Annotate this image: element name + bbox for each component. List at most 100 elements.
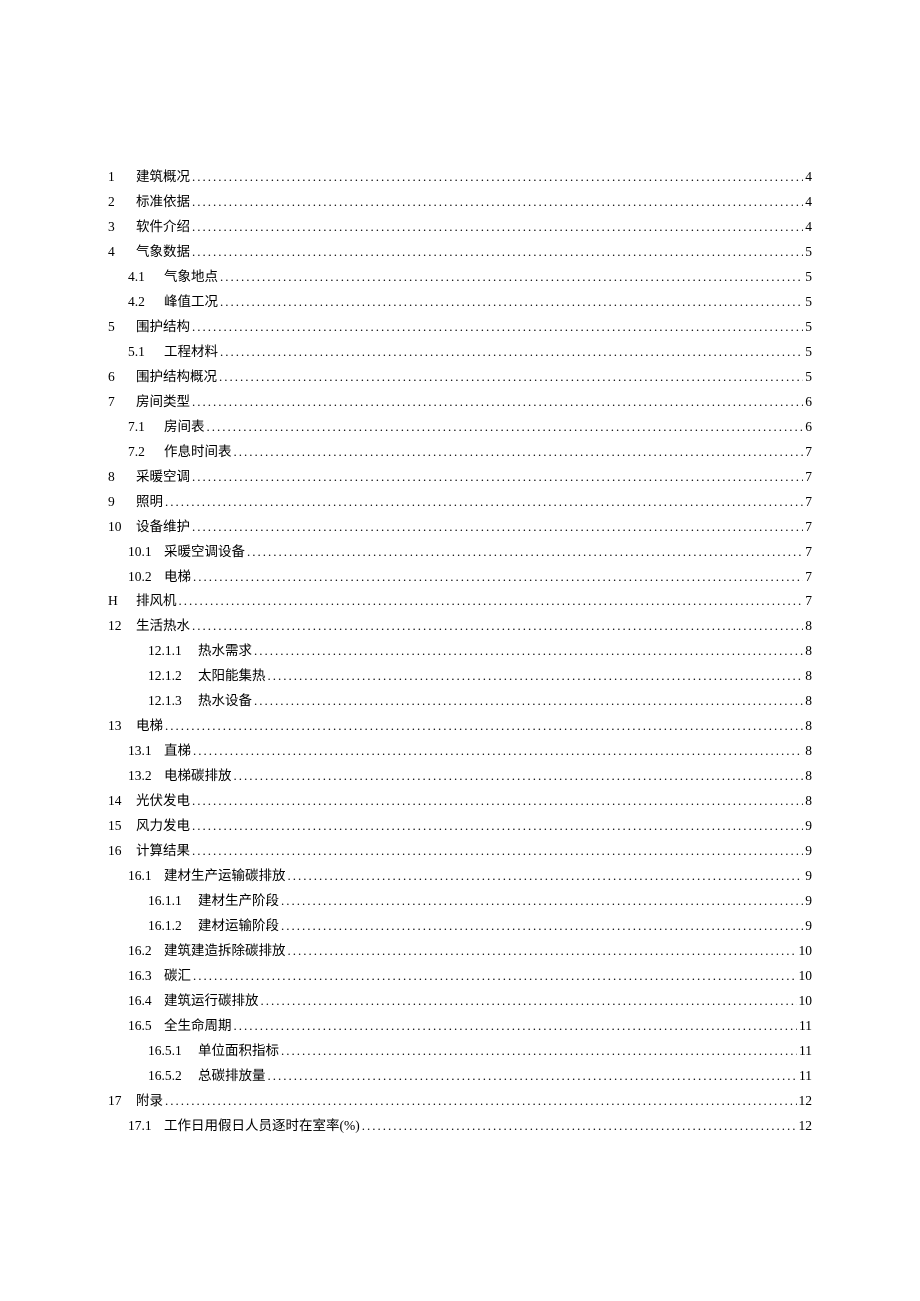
toc-leader-dots	[177, 589, 804, 614]
toc-entry[interactable]: 4气象数据5	[108, 240, 812, 265]
toc-entry[interactable]: 7.2作息时间表7	[108, 440, 812, 465]
toc-entry[interactable]: 16.4建筑运行碳排放10	[108, 989, 812, 1014]
toc-entry[interactable]: 6围护结构概况5	[108, 365, 812, 390]
toc-entry-page: 9	[803, 839, 812, 864]
toc-entry-label: 12.1.1热水需求	[148, 639, 252, 664]
toc-entry-title: 电梯碳排放	[164, 768, 232, 783]
toc-entry[interactable]: 16.5.1单位面积指标11	[108, 1039, 812, 1064]
toc-entry-page: 5	[803, 365, 812, 390]
toc-entry[interactable]: 10.2电梯 7	[108, 565, 812, 590]
toc-entry-title: 建材生产运输碳排放	[164, 868, 286, 883]
toc-leader-dots	[286, 939, 797, 964]
toc-entry-number: 4.2	[128, 290, 164, 315]
toc-entry[interactable]: 16.5.2总碳排放量11	[108, 1064, 812, 1089]
toc-leader-dots	[191, 964, 797, 989]
toc-entry-title: 软件介绍	[136, 219, 190, 234]
toc-leader-dots	[190, 789, 803, 814]
toc-entry[interactable]: 17附录 12	[108, 1089, 812, 1114]
toc-leader-dots	[252, 639, 803, 664]
toc-entry-label: 12生活热水	[108, 614, 190, 639]
toc-entry-page: 12	[797, 1114, 813, 1139]
toc-entry-label: 1建筑概况	[108, 165, 190, 190]
toc-entry-title: 气象地点	[164, 269, 218, 284]
toc-entry[interactable]: H排风机7	[108, 589, 812, 614]
toc-entry-number: 1	[108, 165, 136, 190]
toc-entry-label: 4.2峰值工况	[128, 290, 218, 315]
toc-entry[interactable]: 10设备维护7	[108, 515, 812, 540]
toc-entry[interactable]: 15风力发电9	[108, 814, 812, 839]
toc-entry-title: 附录	[136, 1093, 163, 1108]
toc-entry-page: 6	[803, 390, 812, 415]
toc-entry[interactable]: 14光伏发电8	[108, 789, 812, 814]
toc-entry[interactable]: 12.1.1热水需求8	[108, 639, 812, 664]
toc-entry[interactable]: 16计算结果 9	[108, 839, 812, 864]
toc-entry[interactable]: 16.1建材生产运输碳排放9	[108, 864, 812, 889]
toc-entry-label: 16计算结果	[108, 839, 190, 864]
toc-entry-title: 碳汇	[164, 968, 191, 983]
toc-entry-page: 12	[797, 1089, 813, 1114]
toc-entry[interactable]: 5围护结构5	[108, 315, 812, 340]
toc-leader-dots	[252, 689, 803, 714]
toc-entry[interactable]: 17.1工作日用假日人员逐时在室率(%)12	[108, 1114, 812, 1139]
toc-entry[interactable]: 16.2建筑建造拆除碳排放10	[108, 939, 812, 964]
toc-entry[interactable]: 13电梯8	[108, 714, 812, 739]
toc-entry[interactable]: 4.1气象地点5	[108, 265, 812, 290]
toc-entry-page: 11	[797, 1064, 812, 1089]
toc-entry-number: 10.1	[128, 540, 164, 565]
toc-entry-page: 7	[803, 565, 812, 590]
toc-entry[interactable]: 16.1.2建材运输阶段9	[108, 914, 812, 939]
toc-entry[interactable]: 9照明7	[108, 490, 812, 515]
toc-entry[interactable]: 7房间类型 6	[108, 390, 812, 415]
toc-entry-number: 5.1	[128, 340, 164, 365]
toc-entry-page: 8	[803, 614, 812, 639]
toc-entry-title: 房间类型	[136, 394, 190, 409]
toc-entry-page: 8	[803, 764, 812, 789]
toc-entry-title: 采暖空调设备	[164, 544, 245, 559]
toc-entry[interactable]: 13.2电梯碳排放8	[108, 764, 812, 789]
toc-entry-page: 7	[803, 589, 812, 614]
toc-entry-page: 8	[803, 789, 812, 814]
toc-entry-number: 7	[108, 390, 136, 415]
toc-leader-dots	[286, 864, 804, 889]
toc-entry-label: 7房间类型	[108, 390, 190, 415]
toc-entry-label: 16.5.1单位面积指标	[148, 1039, 279, 1064]
toc-entry-label: 4.1气象地点	[128, 265, 218, 290]
toc-leader-dots	[190, 839, 803, 864]
toc-entry[interactable]: 3软件介绍4	[108, 215, 812, 240]
toc-entry[interactable]: 12生活热水 8	[108, 614, 812, 639]
toc-entry[interactable]: 7.1房间表6	[108, 415, 812, 440]
toc-entry-number: 13	[108, 714, 136, 739]
toc-leader-dots	[163, 1089, 797, 1114]
toc-leader-dots	[259, 989, 797, 1014]
toc-entry-page: 10	[797, 964, 813, 989]
toc-entry[interactable]: 8采暖空调7	[108, 465, 812, 490]
toc-entry[interactable]: 16.1.1建材生产阶段9	[108, 889, 812, 914]
toc-entry-label: 5围护结构	[108, 315, 190, 340]
toc-entry[interactable]: 16.3碳汇 10	[108, 964, 812, 989]
toc-entry-number: 14	[108, 789, 136, 814]
toc-leader-dots	[205, 415, 804, 440]
toc-entry-label: 16.1建材生产运输碳排放	[128, 864, 286, 889]
toc-entry-title: 风力发电	[136, 818, 190, 833]
toc-entry-page: 5	[803, 240, 812, 265]
toc-entry[interactable]: 13.1直梯8	[108, 739, 812, 764]
toc-entry[interactable]: 10.1采暖空调设备7	[108, 540, 812, 565]
toc-entry-number: 16.3	[128, 964, 164, 989]
toc-entry[interactable]: 12.1.2太阳能集热8	[108, 664, 812, 689]
toc-entry[interactable]: 2标准依据4	[108, 190, 812, 215]
toc-entry-number: 17	[108, 1089, 136, 1114]
toc-entry-label: 10.1采暖空调设备	[128, 540, 245, 565]
toc-entry[interactable]: 1建筑概况4	[108, 165, 812, 190]
toc-leader-dots	[190, 390, 803, 415]
toc-entry-number: 16.4	[128, 989, 164, 1014]
toc-entry-label: 10.2电梯	[128, 565, 191, 590]
toc-leader-dots	[360, 1114, 797, 1139]
toc-leader-dots	[245, 540, 803, 565]
toc-entry[interactable]: 12.1.3热水设备8	[108, 689, 812, 714]
toc-entry[interactable]: 4.2峰值工况5	[108, 290, 812, 315]
toc-entry[interactable]: 5.1工程材料5	[108, 340, 812, 365]
toc-entry-title: 峰值工况	[164, 294, 218, 309]
toc-entry-title: 太阳能集热	[198, 668, 266, 683]
toc-entry-title: 房间表	[164, 419, 205, 434]
toc-entry[interactable]: 16.5全生命周期11	[108, 1014, 812, 1039]
